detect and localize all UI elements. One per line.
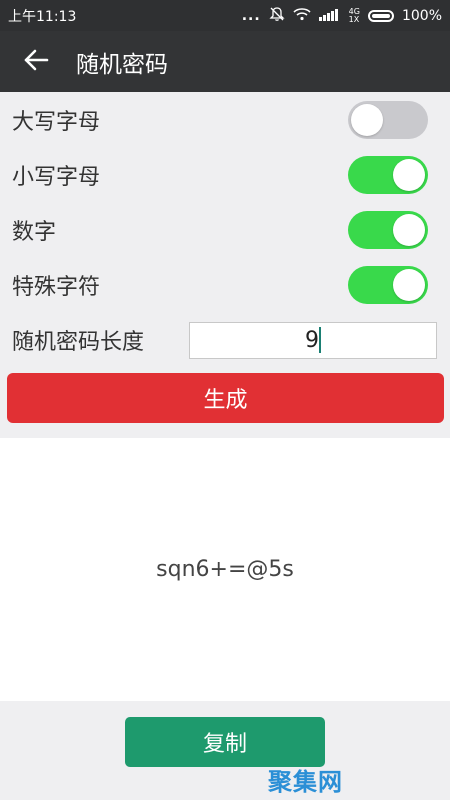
battery-level: 100% xyxy=(401,7,442,24)
option-lowercase: 小写字母 xyxy=(0,147,450,202)
option-label: 特殊字符 xyxy=(12,274,101,300)
network-type: 4G 1X xyxy=(348,6,360,24)
uppercase-toggle[interactable] xyxy=(348,100,428,139)
signal-icon xyxy=(318,7,341,25)
result-area: sqn6+=@5s xyxy=(0,438,450,701)
options-panel: 大写字母 小写字母 数字 特殊字符 随机密码长度 9 xyxy=(0,92,450,372)
option-uppercase: 大写字母 xyxy=(0,92,450,147)
option-label: 大写字母 xyxy=(12,109,101,135)
special-chars-toggle[interactable] xyxy=(348,265,428,304)
toggle-knob xyxy=(393,158,425,191)
status-time: 上午11:13 xyxy=(8,8,77,25)
lowercase-toggle[interactable] xyxy=(348,155,428,194)
battery-icon xyxy=(367,9,394,22)
wifi-icon xyxy=(293,7,311,25)
generate-button[interactable]: 生成 xyxy=(7,373,444,423)
length-value: 9 xyxy=(305,327,319,353)
generated-password: sqn6+=@5s xyxy=(156,557,294,582)
back-arrow-icon xyxy=(23,49,49,75)
option-label: 小写字母 xyxy=(12,164,101,190)
text-caret xyxy=(319,327,321,353)
page-title: 随机密码 xyxy=(76,51,168,78)
toggle-knob xyxy=(393,268,425,301)
option-special: 特殊字符 xyxy=(0,257,450,312)
mute-icon xyxy=(269,6,285,26)
option-label: 数字 xyxy=(12,219,57,245)
back-button[interactable] xyxy=(6,31,66,92)
status-bar: 上午11:13 ... 4G 1X 100% xyxy=(0,0,450,31)
watermark-logo: 聚集网 xyxy=(268,768,343,796)
copy-button[interactable]: 复制 xyxy=(125,717,325,767)
toggle-knob xyxy=(351,103,383,136)
length-input[interactable]: 9 xyxy=(189,321,437,359)
length-label: 随机密码长度 xyxy=(12,330,145,355)
option-digits: 数字 xyxy=(0,202,450,257)
more-dots: ... xyxy=(241,7,261,24)
toggle-knob xyxy=(393,213,425,246)
digits-toggle[interactable] xyxy=(348,210,428,249)
app-bar: 随机密码 xyxy=(0,31,450,92)
length-row: 随机密码长度 9 xyxy=(0,312,450,368)
